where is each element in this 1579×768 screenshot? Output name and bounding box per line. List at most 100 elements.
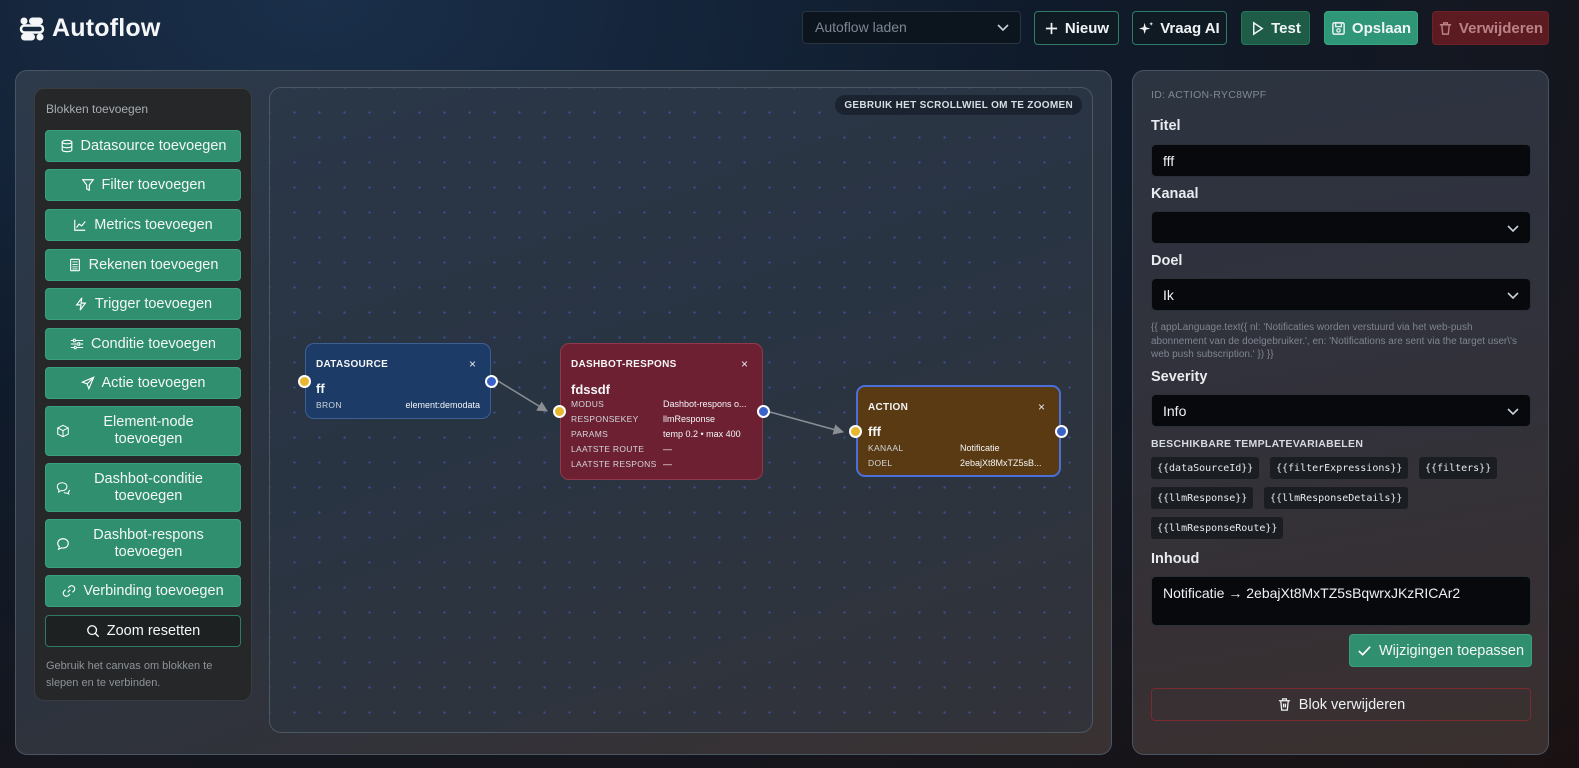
input-port[interactable] (553, 405, 566, 418)
add-verbinding-button[interactable]: Verbinding toevoegen (45, 575, 241, 607)
inhoud-textarea[interactable]: Notificatie → 2ebajXt8MxTZ5sBqwrxJKzRICA… (1151, 576, 1531, 626)
node-type: DATASOURCE (316, 359, 389, 370)
top-bar: Autoflow Autoflow laden Nieuw Vraag AI T… (0, 0, 1579, 60)
ask-ai-label: Vraag AI (1160, 19, 1220, 37)
add-rekenen-label: Rekenen toevoegen (88, 257, 219, 273)
test-button[interactable]: Test (1241, 11, 1310, 45)
severity-label: Severity (1151, 369, 1208, 385)
kanaal-label: Kanaal (1151, 186, 1199, 202)
new-button-label: Nieuw (1064, 19, 1110, 37)
output-port[interactable] (757, 405, 770, 418)
node-row-value: llmResponse (663, 414, 716, 424)
node-row: PARAMS temp 0.2 • max 400 (571, 429, 752, 439)
ask-ai-button[interactable]: Vraag AI (1132, 11, 1227, 45)
add-conditie-label: Conditie toevoegen (91, 336, 216, 352)
add-trigger-label: Trigger toevoegen (94, 296, 213, 312)
save-button[interactable]: Opslaan (1324, 11, 1418, 45)
add-trigger-button[interactable]: Trigger toevoegen (45, 288, 241, 320)
node-row-value: 2ebajXt8MxTZ5sB... (960, 458, 1042, 468)
database-icon (60, 139, 74, 153)
output-port[interactable] (485, 375, 498, 388)
add-datasource-button[interactable]: Datasource toevoegen (45, 130, 241, 162)
node-row-value: — (663, 444, 672, 454)
datasource-node[interactable]: DATASOURCE × ff BRON element:demodata (298, 343, 498, 419)
apply-changes-button[interactable]: Wijzigingen toepassen (1349, 634, 1532, 667)
add-filter-label: Filter toevoegen (101, 177, 206, 193)
template-var-chip[interactable]: {{llmResponseDetails}} (1264, 487, 1409, 509)
doel-select-value: Ik (1163, 287, 1174, 303)
node-row: KANAAL Notificatie (868, 443, 1049, 453)
search-icon (86, 624, 100, 638)
add-metrics-button[interactable]: Metrics toevoegen (45, 209, 241, 241)
add-element-node-button[interactable]: Element-node toevoegen (45, 406, 241, 456)
action-node[interactable]: ACTION × fff KANAAL Notificatie DOEL 2eb… (849, 385, 1068, 477)
doel-select[interactable]: Ik (1151, 278, 1531, 311)
new-button[interactable]: Nieuw (1034, 11, 1119, 45)
node-row-value: temp 0.2 • max 400 (663, 429, 741, 439)
add-filter-button[interactable]: Filter toevoegen (45, 169, 241, 201)
inspector-panel: ID: ACTION-RYC8WPF Titel fff Kanaal Doel… (1132, 70, 1549, 755)
output-port[interactable] (1055, 425, 1068, 438)
block-id: ID: ACTION-RYC8WPF (1151, 89, 1267, 101)
autoflow-logo-icon (18, 15, 46, 43)
titel-input[interactable]: fff (1151, 144, 1531, 177)
node-row-key: LAATSTE RESPONS (571, 459, 657, 469)
block-palette: Blokken toevoegen Datasource toevoegen F… (34, 88, 252, 701)
play-icon (1250, 20, 1265, 36)
zoom-reset-button[interactable]: Zoom resetten (45, 615, 241, 647)
link-icon (62, 584, 76, 598)
delete-block-button[interactable]: Blok verwijderen (1151, 688, 1531, 721)
palette-title: Blokken toevoegen (46, 102, 149, 116)
flow-canvas[interactable]: GEBRUIK HET SCROLLWIEL OM TE ZOOMEN DATA… (269, 87, 1093, 733)
input-port[interactable] (849, 425, 862, 438)
node-title: fdssdf (571, 382, 610, 397)
titel-input-value: fff (1163, 153, 1175, 169)
add-conditie-button[interactable]: Conditie toevoegen (45, 328, 241, 360)
close-icon[interactable]: × (1038, 400, 1045, 414)
send-icon (80, 376, 95, 390)
node-type: DASHBOT-RESPONS (571, 359, 677, 370)
add-metrics-label: Metrics toevoegen (94, 217, 213, 233)
add-verbinding-label: Verbinding toevoegen (83, 583, 224, 599)
delete-flow-button[interactable]: Verwijderen (1432, 11, 1549, 45)
plus-icon (1044, 21, 1059, 36)
template-var-chip[interactable]: {{filters}} (1419, 457, 1498, 479)
add-dashbot-conditie-button[interactable]: Dashbot-conditie toevoegen (45, 463, 241, 512)
add-rekenen-button[interactable]: Rekenen toevoegen (45, 249, 241, 281)
template-var-chip[interactable]: {{llmResponse}} (1151, 487, 1254, 509)
palette-hint: Gebruik het canvas om blokken te slepen … (46, 660, 213, 689)
kanaal-select[interactable] (1151, 211, 1531, 244)
template-var-chip[interactable]: {{filterExpressions}} (1270, 457, 1409, 479)
add-actie-button[interactable]: Actie toevoegen (45, 367, 241, 399)
chevron-down-icon (996, 20, 1010, 34)
node-row-key: PARAMS (571, 429, 609, 439)
calculator-icon (68, 258, 82, 272)
sliders-icon (70, 337, 84, 351)
close-icon[interactable]: × (469, 357, 476, 371)
node-row: LAATSTE ROUTE — (571, 444, 752, 454)
trash-icon (1277, 697, 1292, 712)
node-row-value: Notificatie (960, 443, 1000, 453)
inhoud-label: Inhoud (1151, 551, 1200, 567)
dashbot-respons-node[interactable]: DASHBOT-RESPONS × fdssdf MODUS Dashbot-r… (553, 343, 770, 480)
autoflow-load-select[interactable]: Autoflow laden (802, 11, 1021, 44)
node-title: ff (316, 381, 325, 396)
add-dashbot-respons-label: Dashbot-respons toevoegen (93, 526, 204, 560)
add-element-node-label: Element-node toevoegen (103, 414, 194, 447)
close-icon[interactable]: × (741, 357, 748, 371)
floppy-disk-icon (1331, 21, 1346, 36)
chat-bubbles-icon (56, 481, 70, 495)
titel-label: Titel (1151, 118, 1181, 134)
template-var-chip[interactable]: {{llmResponseRoute}} (1151, 517, 1284, 539)
app-logo: Autoflow (18, 14, 161, 43)
severity-select[interactable]: Info (1151, 394, 1531, 427)
input-port[interactable] (298, 375, 311, 388)
autoflow-load-placeholder: Autoflow laden (815, 19, 907, 35)
chart-line-icon (73, 218, 87, 232)
add-dashbot-respons-button[interactable]: Dashbot-respons toevoegen (45, 519, 241, 568)
add-dashbot-conditie-label: Dashbot-conditie toevoegen (94, 470, 203, 504)
trash-icon (1438, 21, 1453, 36)
chevron-down-icon (1506, 404, 1520, 418)
template-var-chip[interactable]: {{dataSourceId}} (1151, 457, 1260, 479)
apply-changes-label: Wijzigingen toepassen (1378, 642, 1525, 659)
